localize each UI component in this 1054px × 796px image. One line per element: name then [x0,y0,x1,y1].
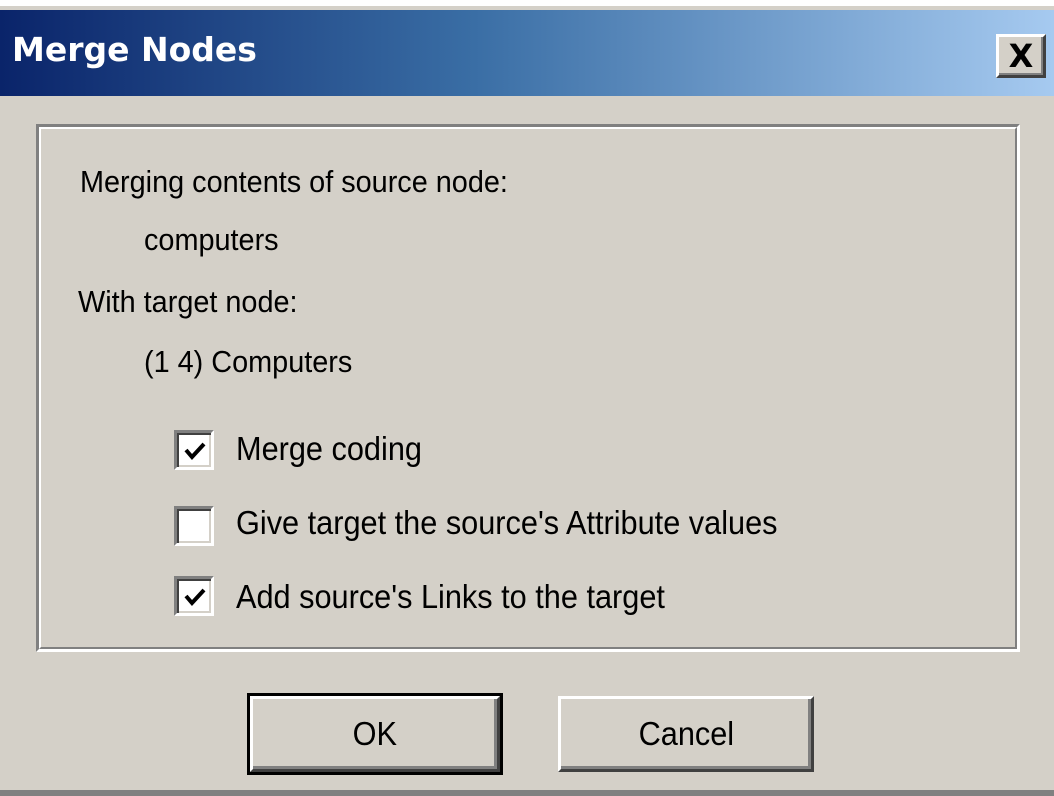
merge-coding-checkbox[interactable] [174,430,214,470]
ok-button[interactable]: OK [247,693,503,775]
give-attribute-values-checkbox[interactable] [174,506,214,546]
close-button[interactable]: X [996,34,1046,78]
window-title: Merge Nodes [12,30,257,69]
group-frame [39,127,1017,649]
merge-nodes-dialog: Merge Nodes X Merging contents of source… [0,0,1054,796]
cancel-button-label: Cancel [638,715,734,752]
merge-details-group [36,124,1020,652]
close-icon: X [1008,37,1034,75]
merge-coding-label[interactable]: Merge coding [236,430,422,468]
title-bar[interactable]: Merge Nodes X [0,10,1054,96]
target-node-label: With target node: [78,284,298,319]
source-node-value: computers [144,222,279,257]
checkmark-icon [184,442,206,461]
give-attribute-values-label[interactable]: Give target the source's Attribute value… [236,504,778,542]
target-node-value: (1 4) Computers [144,344,353,379]
source-node-label: Merging contents of source node: [80,164,508,199]
add-links-checkbox[interactable] [174,576,214,616]
cancel-button[interactable]: Cancel [558,696,814,772]
checkmark-icon [184,588,206,607]
add-links-label[interactable]: Add source's Links to the target [236,578,665,616]
ok-button-label: OK [352,715,398,752]
